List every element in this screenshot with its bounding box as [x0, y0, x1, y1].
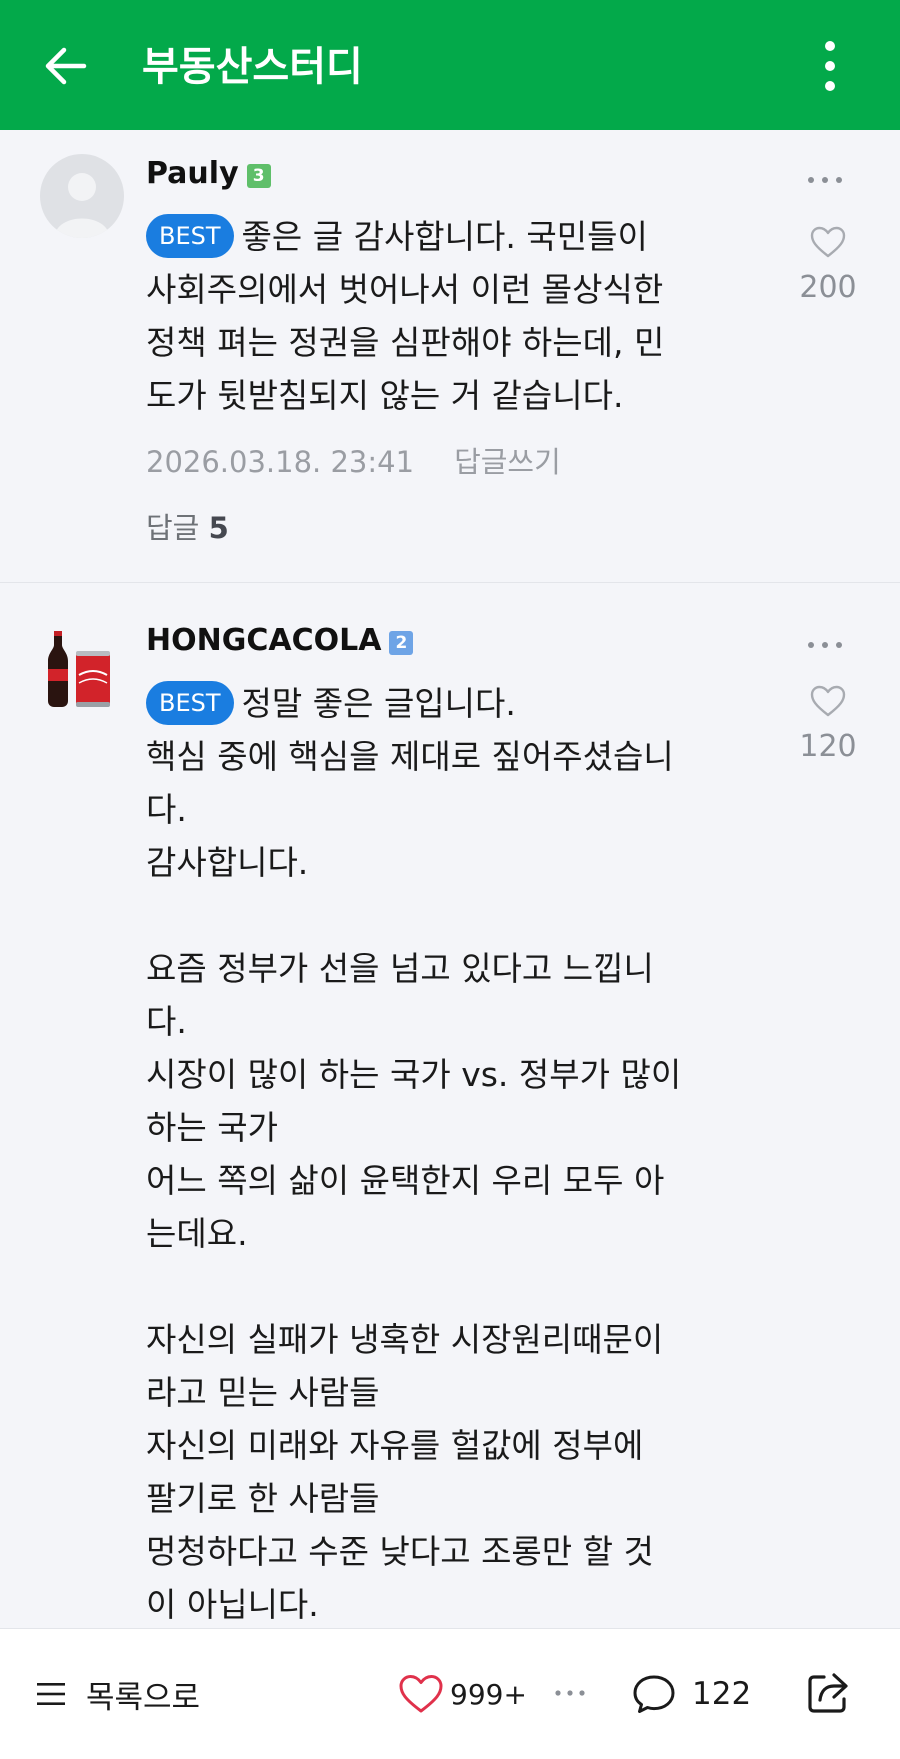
post-like-button[interactable]: 999+ — [398, 1671, 527, 1717]
comment-like[interactable]: 120 — [788, 683, 868, 767]
back-to-list-button[interactable]: 목록으로 — [36, 1674, 201, 1716]
post-like-count: 999+ — [450, 1677, 527, 1711]
reply-count-link[interactable]: 답글 5 — [146, 508, 229, 548]
comment-author[interactable]: Pauly 3 — [146, 154, 271, 194]
comment-author[interactable]: HONGCACOLA 2 — [146, 621, 414, 661]
best-badge: BEST — [146, 681, 234, 725]
comment-item: Pauly 3 BEST 좋은 글 감사합니다. 국민들이 사회주의에서 벗어나서 … — [0, 130, 900, 582]
comment-body: BEST 좋은 글 감사합니다. 국민들이 사회주의에서 벗어나서 이런 몰상식한… — [146, 210, 766, 422]
comment-text: 정말 좋은 글입니다. 핵심 중에 핵심을 제대로 짚어주셨습니 다. 감사합니… — [146, 684, 682, 1624]
more-horizontal-icon[interactable] — [553, 1686, 587, 1700]
reply-write-link[interactable]: 답글쓰기 — [454, 445, 561, 479]
bottom-toolbar: 목록으로 999+ 122 — [0, 1628, 900, 1759]
heart-outline-icon[interactable] — [809, 224, 847, 260]
speech-bubble-icon — [633, 1675, 675, 1713]
avatar[interactable] — [40, 154, 124, 238]
member-grade-badge: 3 — [246, 164, 271, 188]
avatar[interactable] — [36, 625, 126, 715]
more-horizontal-icon[interactable] — [805, 635, 845, 655]
author-name: HONGCACOLA — [146, 623, 382, 658]
comment-like[interactable]: 200 — [788, 224, 868, 308]
default-avatar-icon — [54, 173, 110, 238]
heart-outline-icon[interactable] — [809, 683, 847, 719]
member-grade-badge: 2 — [389, 631, 414, 655]
like-count: 200 — [799, 270, 857, 305]
comment-date: 2026.03.18. 23:41 — [146, 445, 415, 479]
app-header: 부동산스터디 — [0, 0, 900, 130]
comment-meta: 2026.03.18. 23:41 답글쓰기 — [146, 442, 561, 482]
heart-icon — [399, 1675, 443, 1713]
comment-count: 122 — [692, 1676, 752, 1712]
more-vertical-icon[interactable] — [812, 38, 848, 94]
arrow-left-icon[interactable] — [40, 40, 92, 92]
reply-count: 5 — [208, 511, 229, 545]
comment-item: HONGCACOLA 2 BEST 정말 좋은 글입니다. 핵심 중에 핵심을 제대… — [0, 583, 900, 1628]
list-label: 목록으로 — [86, 1679, 201, 1716]
like-count: 120 — [799, 729, 857, 764]
best-badge: BEST — [146, 214, 234, 258]
share-icon[interactable] — [804, 1669, 852, 1717]
menu-list-icon — [37, 1683, 65, 1705]
comment-count-button[interactable]: 122 — [632, 1671, 751, 1717]
comments-page: 부동산스터디 Pauly 3 BEST 좋은 글 감사합니다. 국민들이 사회주의에… — [0, 0, 900, 1759]
comment-body: BEST 정말 좋은 글입니다. 핵심 중에 핵심을 제대로 짚어주셨습니 다. … — [146, 677, 766, 1628]
page-title: 부동산스터디 — [142, 44, 363, 90]
reply-label: 답글 — [146, 511, 200, 545]
cola-avatar-icon — [48, 631, 110, 707]
author-name: Pauly — [146, 156, 239, 191]
more-horizontal-icon[interactable] — [805, 170, 845, 190]
